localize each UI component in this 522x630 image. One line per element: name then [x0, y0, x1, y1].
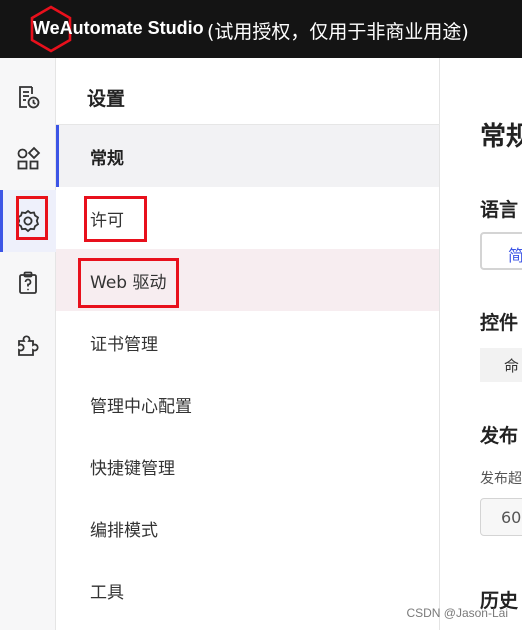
settings-item-web-driver[interactable]: Web 驱动	[56, 249, 439, 311]
puzzle-plugin-icon	[18, 335, 39, 356]
settings-item-label: 管理中心配置	[90, 396, 192, 417]
title-bar: WeAutomate Studio (试用授权，仅用于非商业用途)	[0, 0, 522, 58]
control-option[interactable]: 命	[480, 348, 522, 382]
panel-title: 设置	[87, 88, 126, 110]
settings-item-label: 快捷键管理	[90, 458, 175, 479]
help-clipboard-icon	[19, 271, 37, 294]
settings-item-label: 工具	[90, 582, 124, 603]
settings-item-certificates[interactable]: 证书管理	[56, 311, 439, 373]
publish-timeout-input[interactable]: 60	[480, 498, 522, 536]
watermark: CSDN @Jason-Lai	[406, 606, 508, 620]
app-name: WeAutomate Studio	[33, 18, 204, 38]
settings-item-shortcuts[interactable]: 快捷键管理	[56, 435, 439, 497]
rail-item-components[interactable]	[0, 128, 56, 190]
settings-item-management-center[interactable]: 管理中心配置	[56, 373, 439, 435]
settings-content: 常规 语言 简 控件 命 发布 发布超 60 历史	[440, 58, 522, 630]
components-icon	[17, 146, 41, 170]
settings-panel: 设置 常规 许可 Web 驱动 证书管理 管理中心配置 快捷键管理 编排模式 工…	[56, 58, 440, 630]
rail-item-help[interactable]	[0, 252, 56, 314]
settings-gear-icon	[16, 209, 40, 233]
settings-item-general[interactable]: 常规	[56, 125, 439, 187]
publish-label: 发布	[480, 425, 519, 447]
settings-item-license[interactable]: 许可	[56, 187, 439, 249]
settings-item-label: 许可	[90, 210, 124, 231]
settings-item-orchestration-mode[interactable]: 编排模式	[56, 497, 439, 559]
license-note: (试用授权，仅用于非商业用途)	[207, 21, 469, 43]
document-clock-icon	[19, 86, 40, 109]
rail-item-settings[interactable]	[0, 190, 56, 252]
settings-item-label: 常规	[90, 148, 124, 169]
icon-rail	[0, 58, 56, 630]
language-label: 语言	[480, 199, 519, 221]
settings-item-label: 证书管理	[90, 334, 158, 355]
rail-item-documents[interactable]	[0, 66, 56, 128]
settings-item-label: Web 驱动	[90, 272, 167, 293]
settings-item-label: 编排模式	[90, 520, 158, 541]
language-select[interactable]: 简	[480, 232, 522, 270]
settings-item-tools[interactable]: 工具	[56, 559, 439, 621]
publish-sub-label: 发布超	[480, 471, 522, 487]
control-label: 控件	[480, 312, 519, 334]
rail-item-plugins[interactable]	[0, 314, 56, 376]
content-heading: 常规	[480, 122, 522, 152]
